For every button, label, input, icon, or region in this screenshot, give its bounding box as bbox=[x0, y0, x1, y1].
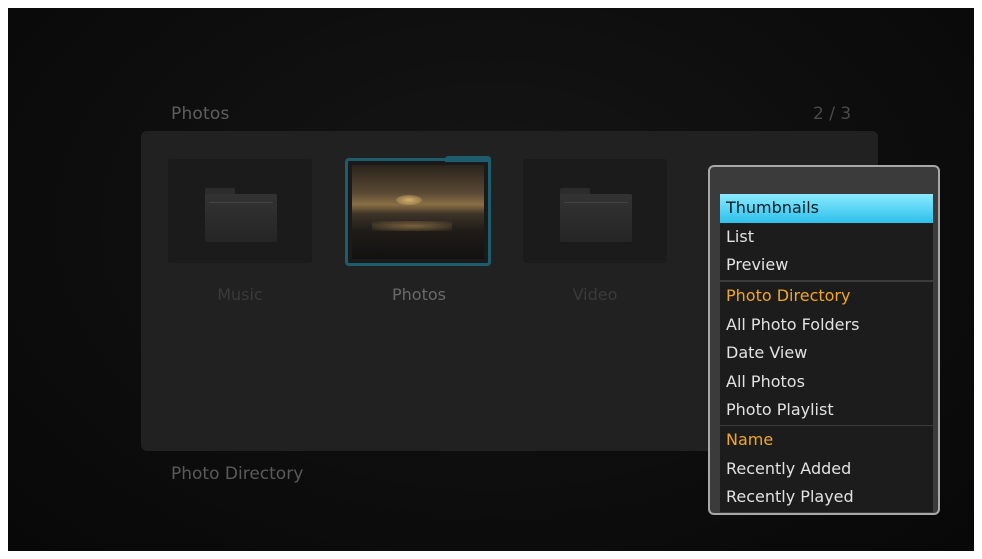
options-menu: Thumbnails List Preview Photo Directory … bbox=[708, 165, 940, 515]
video-tile-label: Video bbox=[572, 285, 618, 304]
folder-icon bbox=[560, 188, 632, 242]
current-view-label: Photo Directory bbox=[171, 464, 304, 484]
folder-icon bbox=[205, 188, 277, 242]
menu-item-thumbnails[interactable]: Thumbnails bbox=[720, 194, 933, 223]
music-folder-tile[interactable] bbox=[168, 159, 312, 263]
menu-item-photo-directory[interactable]: Photo Directory bbox=[720, 282, 933, 311]
view-mode-group: Thumbnails List Preview bbox=[720, 194, 933, 280]
video-folder-tile[interactable] bbox=[523, 159, 667, 263]
menu-item-recently-added[interactable]: Recently Added bbox=[720, 455, 933, 484]
menu-item-all-photo-folders[interactable]: All Photo Folders bbox=[720, 311, 933, 340]
photos-folder-tile[interactable] bbox=[345, 156, 491, 266]
menu-item-photo-playlist[interactable]: Photo Playlist bbox=[720, 396, 933, 425]
menu-item-date-view[interactable]: Date View bbox=[720, 339, 933, 368]
sort-group: Name Recently Added Recently Played bbox=[720, 426, 933, 512]
menu-item-name[interactable]: Name bbox=[720, 426, 933, 455]
music-tile-label: Music bbox=[217, 285, 263, 304]
menu-item-preview[interactable]: Preview bbox=[720, 251, 933, 280]
menu-item-list[interactable]: List bbox=[720, 223, 933, 252]
photo-thumbnail bbox=[352, 165, 484, 259]
page-title: Photos bbox=[171, 104, 230, 124]
folder-tab-decoration bbox=[445, 156, 491, 162]
filter-group: Photo Directory All Photo Folders Date V… bbox=[720, 282, 933, 425]
menu-item-recently-played[interactable]: Recently Played bbox=[720, 483, 933, 512]
page-counter: 2 / 3 bbox=[813, 104, 852, 124]
menu-item-all-photos[interactable]: All Photos bbox=[720, 368, 933, 397]
photos-tile-label: Photos bbox=[392, 285, 446, 304]
media-player-screen: Photos 2 / 3 Music Photos Video Photo Di… bbox=[8, 8, 974, 551]
